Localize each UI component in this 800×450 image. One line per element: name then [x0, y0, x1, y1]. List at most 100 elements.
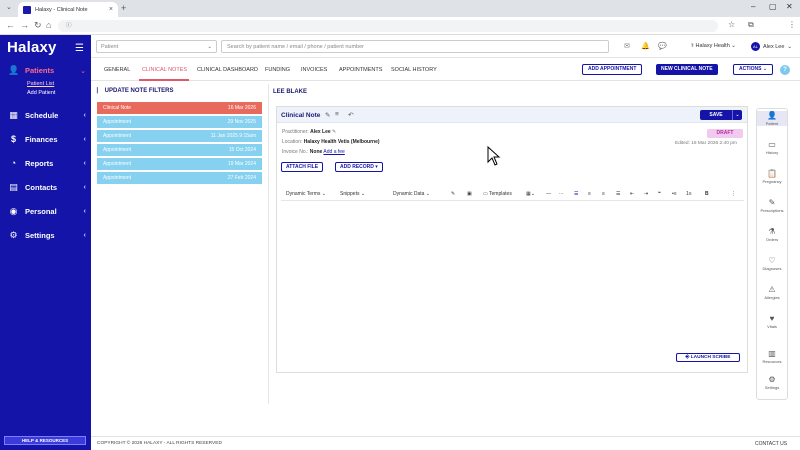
- undo-icon[interactable]: ↶: [348, 111, 353, 119]
- chevron-down-icon[interactable]: ⌄: [732, 110, 742, 120]
- note-filters[interactable]: ⎸ UPDATE NOTE FILTERS: [97, 88, 262, 98]
- help-resources-button[interactable]: HELP & RESOURCES: [4, 436, 86, 445]
- tab-social-history[interactable]: SOCIAL HISTORY: [391, 67, 437, 73]
- rail-item-settings[interactable]: ⚙ Settings: [757, 375, 787, 390]
- sidebar-item-settings[interactable]: ⚙ Settings ‹: [8, 230, 86, 241]
- sidebar-subitem-add-patient[interactable]: Add Patient: [27, 90, 55, 96]
- rail-item-vitals[interactable]: ♥ Vitals: [757, 314, 787, 329]
- rail-item-history[interactable]: ▭ History: [757, 140, 787, 155]
- add-appointment-button[interactable]: ADD APPOINTMENT: [582, 64, 643, 75]
- browser-tab[interactable]: Halaxy - Clinical Note ×: [18, 2, 118, 17]
- gear-icon: ⚙: [9, 230, 18, 240]
- patient-select[interactable]: Patient ⌄: [96, 40, 217, 53]
- image-icon[interactable]: ▣: [467, 191, 472, 197]
- sidebar-item-reports[interactable]: ◔ Reports ‹: [8, 158, 86, 168]
- add-fee-link[interactable]: Add a fee: [323, 149, 344, 155]
- rail-item-orders[interactable]: ⚗ Orders: [757, 227, 787, 242]
- sidebar-item-personal[interactable]: ◉ Personal ‹: [8, 206, 86, 217]
- rail-label: History: [765, 150, 779, 155]
- actions-button[interactable]: ACTIONS ⌄: [733, 64, 774, 75]
- rail-item-patient[interactable]: 👤 Patient: [757, 111, 787, 126]
- attach-file-button[interactable]: ATTACH FILE: [281, 162, 324, 172]
- tab-appointments[interactable]: APPOINTMENTS: [339, 67, 382, 73]
- home-icon[interactable]: ⌂: [46, 20, 51, 30]
- dollar-icon: $: [10, 134, 16, 144]
- align-right-icon[interactable]: ≡: [602, 191, 605, 197]
- menu-kebab-icon[interactable]: ⋮: [788, 20, 796, 29]
- url-bar[interactable]: ⓘ: [58, 20, 718, 32]
- allergy-icon: ⚠: [768, 285, 776, 294]
- note-item-label: Clinical Note: [103, 105, 132, 111]
- numbered-list-icon[interactable]: 1≡: [686, 191, 692, 197]
- new-tab-button[interactable]: +: [121, 3, 126, 13]
- list-item[interactable]: Appointment 15 Oct 2024: [97, 144, 262, 156]
- chat-icon[interactable]: 💬: [658, 42, 667, 50]
- list-item[interactable]: Appointment 29 Nov 2025: [97, 116, 262, 128]
- bold-icon[interactable]: B: [705, 191, 709, 197]
- templates-button[interactable]: ▭ Templates: [483, 191, 512, 197]
- close-window-icon[interactable]: ✕: [786, 2, 793, 11]
- edit-icon[interactable]: ✎: [332, 129, 336, 135]
- bell-icon[interactable]: 🔔: [641, 42, 650, 50]
- clinic-selector[interactable]: ⚕ Halaxy Health ⌄: [691, 43, 736, 49]
- list-item[interactable]: Appointment 19 Mar 2024: [97, 158, 262, 170]
- back-icon[interactable]: ←: [6, 20, 15, 30]
- reload-icon[interactable]: ↻: [34, 20, 42, 31]
- inbox-icon[interactable]: ✉: [624, 42, 630, 50]
- tab-general[interactable]: GENERAL: [104, 67, 130, 73]
- close-tab-icon[interactable]: ×: [109, 6, 113, 13]
- halaxy-logo[interactable]: Halaxy: [7, 39, 57, 56]
- bullet-list-icon[interactable]: •≡: [672, 191, 677, 197]
- list-item[interactable]: Appointment 11 Jan 2025 9:15am: [97, 130, 262, 142]
- align-center-icon[interactable]: ≡: [588, 191, 591, 197]
- minimize-icon[interactable]: –: [751, 2, 755, 11]
- launch-scribe-button[interactable]: ⎆ LAUNCH SCRIBE: [676, 353, 740, 362]
- outdent-icon[interactable]: ⇤: [630, 191, 634, 197]
- page-break-icon[interactable]: ⋯: [559, 191, 564, 197]
- sidebar-item-contacts[interactable]: ▤ Contacts ‹: [8, 182, 86, 193]
- rail-item-diagnoses[interactable]: ♡ Diagnoses: [757, 256, 787, 271]
- indent-icon[interactable]: ⇥: [644, 191, 648, 197]
- quote-icon[interactable]: ❝: [658, 191, 661, 197]
- tab-search-icon[interactable]: ⌄: [6, 3, 12, 11]
- maximize-icon[interactable]: ▢: [769, 2, 777, 11]
- highlight-icon[interactable]: ✎: [451, 191, 455, 197]
- tab-clinical-notes[interactable]: CLINICAL NOTES: [142, 67, 187, 73]
- site-info-icon[interactable]: ⓘ: [66, 23, 72, 29]
- rail-item-pregnancy[interactable]: 📋 Pregnancy: [757, 169, 787, 184]
- sidebar-subitem-patient-list[interactable]: Patient List: [27, 81, 54, 87]
- add-record-button[interactable]: ADD RECORD ▾: [335, 162, 383, 172]
- snippets-dropdown[interactable]: Snippets ⌄: [340, 191, 365, 197]
- user-menu[interactable]: AL Alex Lee ⌄: [751, 42, 792, 51]
- sidebar-item-patients[interactable]: 👤 Patients ⌄: [8, 65, 86, 76]
- horizontal-rule-icon[interactable]: —: [546, 191, 551, 197]
- table-icon[interactable]: ▦⌄: [526, 191, 535, 197]
- search-input[interactable]: Search by patient name / email / phone /…: [221, 40, 609, 53]
- save-button[interactable]: SAVE ⌄: [700, 110, 742, 120]
- justify-icon[interactable]: ☰: [616, 191, 620, 197]
- more-options-icon[interactable]: ⋮: [731, 191, 736, 197]
- extensions-icon[interactable]: ⧉: [748, 20, 754, 30]
- hamburger-menu-icon[interactable]: ☰: [75, 43, 84, 54]
- help-icon[interactable]: ?: [780, 65, 790, 75]
- contact-us-link[interactable]: CONTACT US: [755, 441, 787, 447]
- list-icon[interactable]: ≡: [335, 111, 339, 118]
- tab-clinical-dashboard[interactable]: CLINICAL DASHBOARD: [197, 67, 258, 73]
- rail-item-resources[interactable]: ▥ Resources: [757, 349, 787, 364]
- new-clinical-note-button[interactable]: NEW CLINICAL NOTE: [656, 64, 718, 75]
- list-item[interactable]: Appointment 27 Feb 2024: [97, 172, 262, 184]
- dynamic-data-dropdown[interactable]: Dynamic Data ⌄: [393, 191, 430, 197]
- sidebar-item-schedule[interactable]: ▦ Schedule ‹: [8, 110, 86, 121]
- note-item-date: 16 Mar 2026: [227, 105, 256, 111]
- forward-icon[interactable]: →: [20, 20, 29, 30]
- list-item[interactable]: Clinical Note 16 Mar 2026: [97, 102, 262, 114]
- rail-item-allergies[interactable]: ⚠ Allergies: [757, 285, 787, 300]
- tab-invoices[interactable]: INVOICES: [301, 67, 327, 73]
- align-left-icon[interactable]: ☰: [574, 191, 578, 197]
- sidebar-item-finances[interactable]: $ Finances ‹: [8, 134, 86, 144]
- dynamic-terms-dropdown[interactable]: Dynamic Terms ⌄: [286, 191, 326, 197]
- rail-item-prescriptions[interactable]: ✎ Prescriptions: [757, 198, 787, 213]
- edit-icon[interactable]: ✎: [325, 111, 330, 119]
- tab-funding[interactable]: FUNDING: [265, 67, 290, 73]
- bookmark-star-icon[interactable]: ☆: [728, 20, 735, 29]
